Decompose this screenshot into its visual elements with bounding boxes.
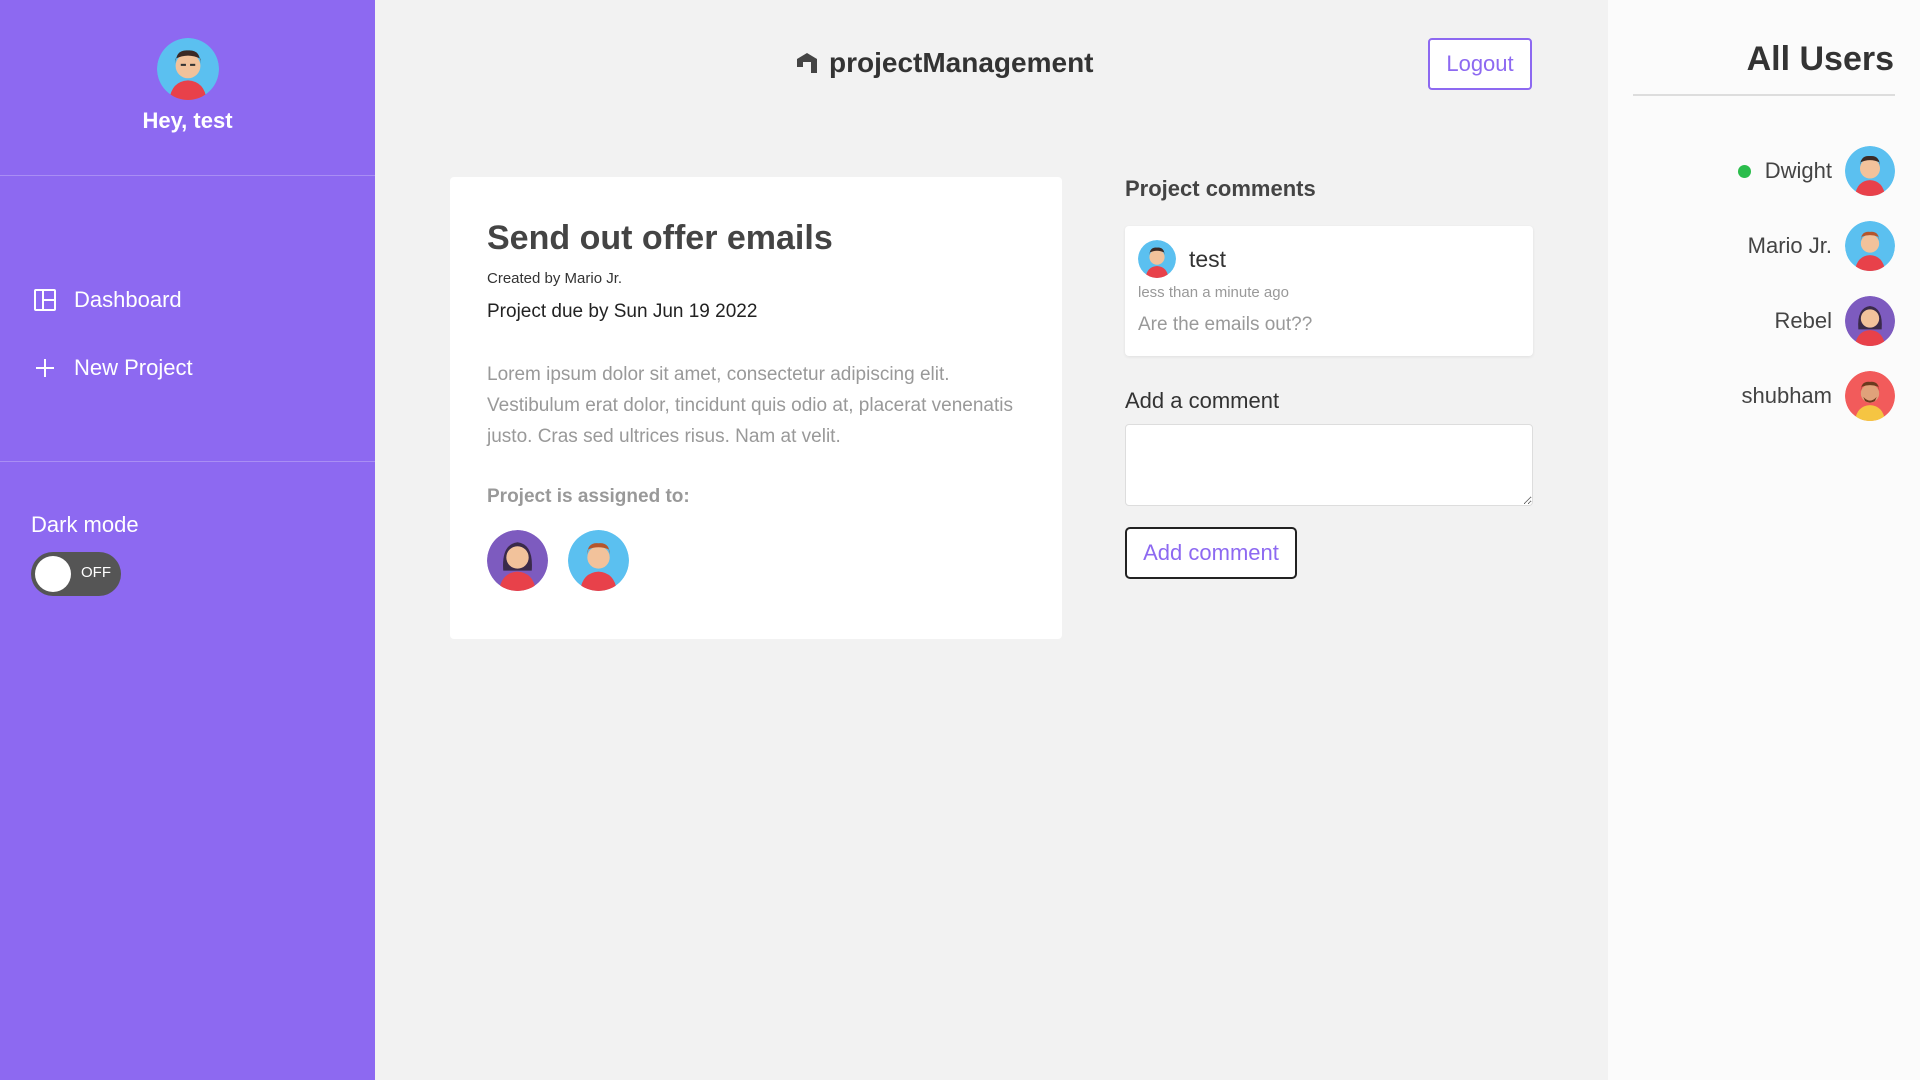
comments-heading: Project comments (1125, 176, 1316, 201)
sidebar-nav: Dashboard New Project (0, 176, 375, 462)
dashboard-icon (32, 287, 58, 313)
online-status-dot (1737, 164, 1751, 178)
users-divider (1633, 94, 1895, 96)
project-created-by: Created by Mario Jr. (487, 270, 623, 287)
assigned-label: Project is assigned to: (487, 486, 690, 507)
user-avatar (156, 38, 219, 100)
comment-author-name: test (1189, 245, 1227, 272)
brand-logo-icon (797, 53, 817, 73)
user-list-avatar (1845, 146, 1895, 196)
user-list-item[interactable]: Dwight (1737, 146, 1895, 196)
dark-mode-toggle[interactable]: OFF (31, 552, 121, 596)
user-list-item[interactable]: shubham (1738, 371, 1895, 421)
assignee-avatar (487, 530, 548, 591)
comment-time: less than a minute ago (1138, 284, 1289, 301)
brand[interactable]: projectManagement (793, 47, 1094, 79)
sidebar: Hey, test Dashboard New Project Dark mod… (0, 0, 375, 1080)
user-name: shubham (1741, 383, 1832, 408)
comment-author: test (1138, 240, 1520, 278)
user-name: Dwight (1764, 158, 1832, 183)
dark-mode-label: Dark mode (31, 512, 139, 537)
user-list-item[interactable]: Mario Jr. (1738, 221, 1895, 271)
comments-panel: Project comments test less than a minute… (1125, 176, 1533, 579)
assignee-avatar (568, 530, 629, 591)
comment-input[interactable] (1125, 424, 1533, 506)
add-comment-button[interactable]: Add comment (1125, 527, 1297, 579)
assignee-list (487, 530, 1025, 591)
toggle-state: OFF (81, 564, 111, 581)
header: projectManagement Logout (375, 0, 1608, 130)
user-name: Rebel (1774, 308, 1832, 333)
users-heading: All Users (1746, 40, 1894, 78)
sidebar-user: Hey, test (0, 0, 375, 176)
users-panel: All Users Dwight Mario Jr. Rebel shubham (1608, 0, 1920, 1080)
toggle-knob (35, 556, 71, 592)
user-greeting: Hey, test (142, 108, 233, 133)
project-title: Send out offer emails (487, 219, 833, 257)
nav-new-project-label: New Project (74, 355, 193, 380)
comment-item: test less than a minute ago Are the emai… (1125, 226, 1533, 356)
nav-dashboard-label: Dashboard (74, 287, 182, 312)
user-name: Mario Jr. (1747, 233, 1832, 258)
project-card: Send out offer emails Created by Mario J… (450, 177, 1062, 639)
dark-mode-section: Dark mode OFF (0, 462, 375, 596)
add-comment-label: Add a comment (1125, 388, 1280, 413)
plus-icon (32, 355, 58, 381)
user-list-avatar (1845, 371, 1895, 421)
app: Hey, test Dashboard New Project Dark mod… (0, 0, 1920, 1080)
user-list-avatar (1845, 221, 1895, 271)
comment-text: Are the emails out?? (1138, 314, 1313, 335)
user-list: Dwight Mario Jr. Rebel shubham (1737, 146, 1895, 446)
project-description: Lorem ipsum dolor sit amet, consectetur … (487, 364, 1013, 447)
project-due-date: Project due by Sun Jun 19 2022 (487, 301, 758, 322)
nav-new-project[interactable]: New Project (0, 344, 375, 392)
brand-name: projectManagement (829, 47, 1094, 78)
user-list-item[interactable]: Rebel (1738, 296, 1895, 346)
logout-button[interactable]: Logout (1428, 38, 1532, 90)
comment-avatar (1138, 240, 1176, 278)
nav-dashboard[interactable]: Dashboard (0, 276, 375, 324)
user-list-avatar (1845, 296, 1895, 346)
